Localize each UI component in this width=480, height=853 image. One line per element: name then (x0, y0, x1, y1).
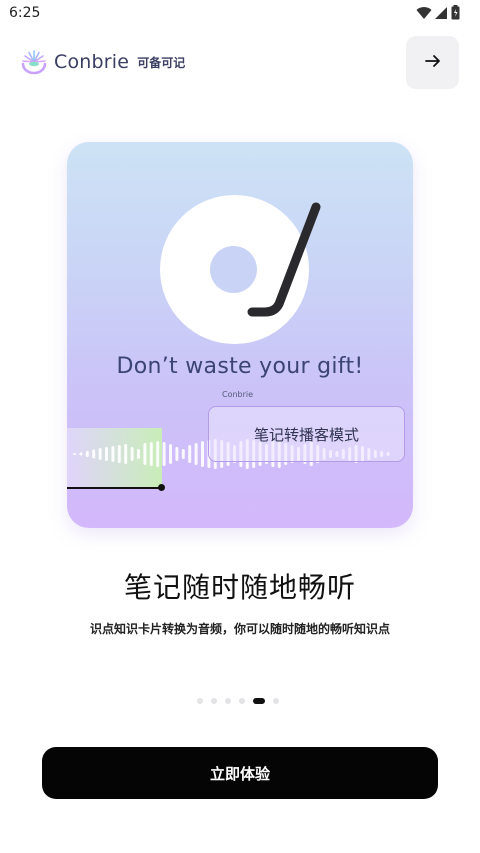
waveform-bar (156, 441, 160, 467)
page-dot-active (253, 698, 265, 704)
try-now-button[interactable]: 立即体验 (42, 747, 438, 799)
waveform-bar (105, 447, 108, 461)
brand: Conbrie 可备可记 (20, 46, 185, 78)
page-dot (273, 698, 279, 704)
waveform-bar (181, 449, 185, 459)
arrow-right-icon (424, 53, 441, 72)
tonearm-icon (247, 202, 321, 317)
playback-progress-handle (158, 484, 165, 491)
page-indicator (197, 698, 279, 704)
waveform-bar (111, 446, 115, 462)
page-dot (239, 698, 245, 704)
waveform-bar (124, 444, 128, 464)
status-bar: 6:25 (0, 0, 480, 26)
podcast-mode-label: 笔记转播客模式 (208, 406, 405, 462)
waveform-bar (85, 451, 89, 457)
waveform-bar (143, 443, 147, 465)
page-dot (197, 698, 203, 704)
waveform-bar (188, 445, 192, 463)
illustration-card: Don’t waste your gift! Conbrie 笔记转播客模式 (67, 142, 413, 528)
waveform-bar (73, 453, 76, 455)
brand-name: Conbrie (54, 51, 130, 73)
subtext: 识点知识卡片转换为音频，你可以随时随地的畅听知识点 (89, 622, 390, 636)
page-dot (225, 698, 231, 704)
playback-progress-line (67, 487, 162, 489)
signal-icon (435, 5, 448, 24)
waveform-bar (79, 452, 83, 456)
waveform-bar (137, 449, 140, 459)
status-time: 6:25 (9, 5, 41, 21)
waveform-bar (169, 444, 172, 464)
waveform-bar (149, 442, 153, 466)
battery-icon (451, 5, 460, 24)
conbrie-logo-icon (20, 48, 48, 76)
brand-tagline: 可备可记 (137, 55, 186, 70)
headline: 笔记随时随地畅听 (123, 571, 356, 604)
waveform-bar (130, 447, 134, 461)
next-button[interactable] (406, 36, 459, 89)
status-icons (416, 5, 460, 24)
waveform-bar (98, 448, 102, 460)
waveform-bar (162, 442, 166, 466)
card-mini-brand: Conbrie (222, 390, 254, 399)
card-slogan: Don’t waste your gift! (116, 354, 364, 379)
waveform-bar (201, 441, 204, 467)
waveform-bar (117, 445, 121, 463)
waveform-bar (194, 443, 198, 465)
page-dot (211, 698, 217, 704)
wifi-icon (416, 5, 432, 24)
waveform-bar (92, 449, 96, 459)
waveform-bar (175, 447, 179, 461)
